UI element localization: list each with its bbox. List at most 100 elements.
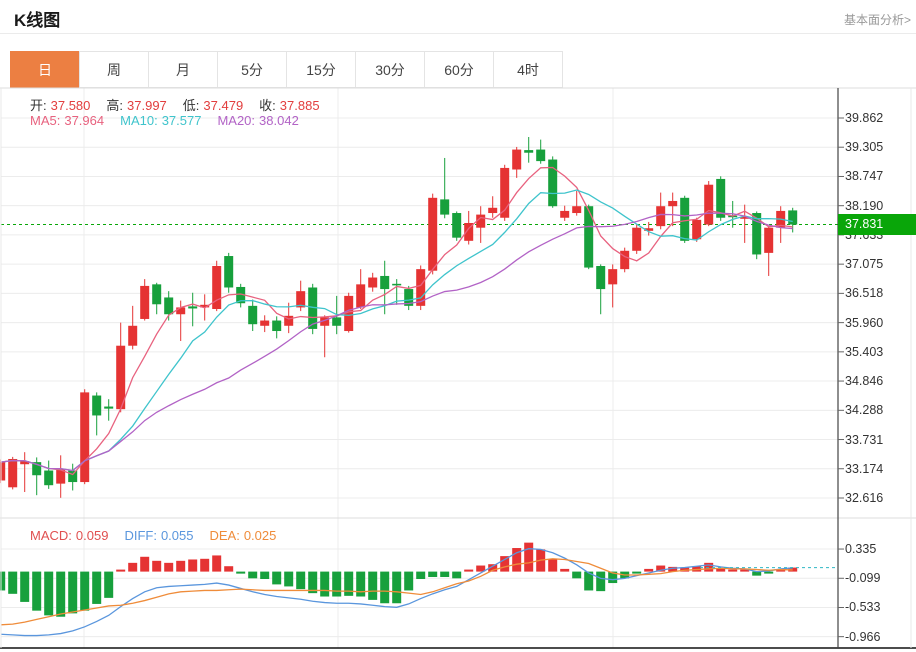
macd-bar [296,572,305,590]
y-axis-label: 34.288 [845,402,911,418]
macd-bar [380,572,389,604]
macd-bar [140,557,149,572]
ohlc-row-label: 高: [106,98,123,113]
y-axis-label: 0.335 [845,541,911,557]
macd-bar [332,572,341,597]
kline-page: K线图 基本面分析> 日周月5分15分30分60分4时 39.86239.305… [0,0,916,652]
candle [692,220,701,239]
macd-bar [212,555,221,571]
candle [392,284,401,286]
ohlc-row-label: 收: [259,98,276,113]
candle [248,306,257,324]
macd-bar [128,563,137,572]
macd-bar [200,559,209,572]
candle [188,306,197,308]
macd-row-label: DEA: [209,528,239,543]
candle [380,276,389,289]
ma-row-label: MA10: [120,113,158,128]
y-axis-label: -0.099 [845,570,911,586]
candle [176,307,185,314]
y-axis-label: 39.305 [845,139,911,155]
macd-bar [320,572,329,597]
candle [440,199,449,214]
candle [560,211,569,218]
macd-bar [560,569,569,572]
macd-row-value: 0.059 [76,528,109,543]
y-axis-label: -0.533 [845,599,911,615]
candle [584,206,593,267]
candle [128,326,137,346]
y-axis-label: 34.846 [845,373,911,389]
macd-bar [728,570,737,572]
ohlc-row-value: 37.479 [203,98,243,113]
candle [764,228,773,253]
ohlc-row-label: 开: [30,98,47,113]
candle [44,471,53,486]
candle [548,160,557,207]
ma-row-value: 38.042 [259,113,299,128]
ohlc-row-label: 低: [183,98,200,113]
y-axis-label: 39.862 [845,110,911,126]
ma-readout: MA5: 37.964 MA10: 37.577 MA20: 38.042 [30,113,315,128]
macd-bar [272,572,281,585]
candle [164,297,173,314]
macd-bar [224,566,233,571]
ohlc-row-value: 37.580 [51,98,91,113]
macd-readout: MACD:0.059DIFF:0.055DEA:0.025 [30,528,292,543]
macd-bar [92,572,101,604]
ma5-line [1,168,793,475]
macd-row-value: 0.055 [161,528,194,543]
macd-bar [368,572,377,600]
macd-bar [284,572,293,587]
macd-bar [548,559,557,571]
candle [272,321,281,331]
candle [680,198,689,241]
macd-bar [440,572,449,577]
macd-bar [164,563,173,572]
ma-row-label: MA20: [217,113,255,128]
ma-row-label: MA5: [30,113,60,128]
macd-bar [356,572,365,597]
candle [656,206,665,226]
macd-bar [8,572,17,594]
macd-bar [572,572,581,579]
candle [368,278,377,288]
macd-bar [716,569,725,572]
macd-bar [392,572,401,604]
macd-bar [176,561,185,572]
y-axis-label: 32.616 [845,490,911,506]
candle [452,213,461,238]
candle [596,266,605,289]
macd-bar [20,572,29,602]
macd-bar [152,561,161,572]
macd-bar [236,572,245,574]
candle [524,150,533,153]
macd-bar [632,572,641,574]
ma20-line [1,213,793,470]
candle [92,396,101,416]
macd-bar [116,570,125,572]
candle [536,150,545,162]
macd-bar [344,572,353,596]
ohlc-readout: 开:37.580高:37.997低:37.479收:37.885 [30,95,336,114]
y-axis-label: 33.174 [845,461,911,477]
y-axis-label: 38.747 [845,168,911,184]
candle [788,210,797,224]
candle [80,392,89,482]
candle [608,269,617,284]
macd-bar [44,572,53,616]
candle [620,251,629,269]
ma-row-value: 37.577 [162,113,202,128]
macd-row-label: DIFF: [124,528,157,543]
candle [140,286,149,319]
chart-area[interactable]: 39.86239.30538.74738.19037.63337.07536.5… [0,0,916,652]
macd-bar [416,572,425,579]
y-axis-label: -0.966 [845,629,911,645]
macd-bar [104,572,113,598]
ma-row-value: 37.964 [64,113,104,128]
candle [332,317,341,325]
candle [8,459,17,487]
macd-bar [80,572,89,611]
candle [356,284,365,307]
macd-bar [56,572,65,617]
